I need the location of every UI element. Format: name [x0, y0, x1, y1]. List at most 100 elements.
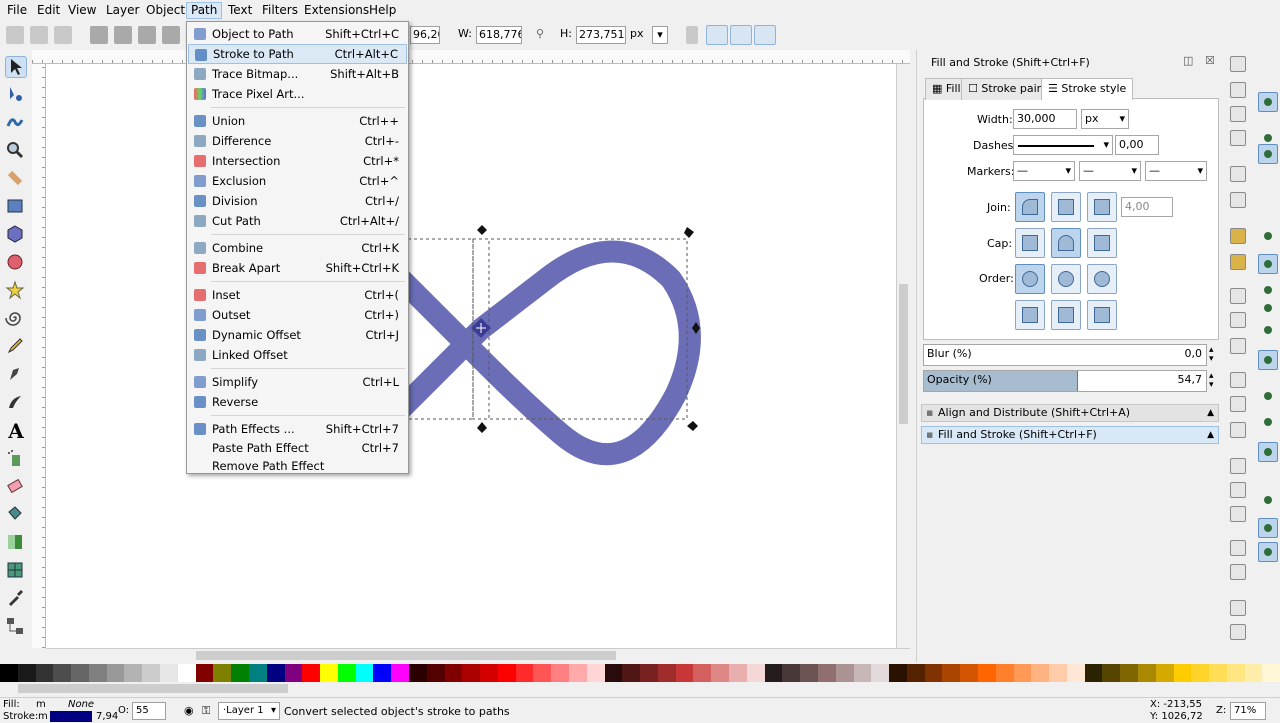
snap-cusp-icon[interactable]	[1258, 320, 1278, 340]
stroke-width-value[interactable]: 7,94	[96, 711, 118, 722]
color-swatch[interactable]	[480, 664, 498, 682]
paint-bucket-tool[interactable]	[5, 504, 27, 526]
menu-item-break-apart[interactable]: Break Apart Shift+Ctrl+K	[188, 258, 407, 278]
menu-item-stroke-to-path[interactable]: Stroke to Path Ctrl+Alt+C	[188, 44, 407, 64]
snap-guide-icon[interactable]	[1258, 542, 1278, 562]
snap-midpoint-icon[interactable]	[1258, 386, 1278, 406]
node-tool[interactable]	[5, 84, 27, 106]
menu-layer[interactable]: Layer	[102, 2, 143, 19]
menu-item-simplify[interactable]: Simplify Ctrl+L	[188, 372, 407, 392]
h-field[interactable]: 273,751	[576, 26, 626, 44]
dash-offset-input[interactable]: 0,00	[1115, 135, 1159, 155]
menu-item-reverse[interactable]: Reverse	[188, 392, 407, 412]
color-swatch[interactable]	[569, 664, 587, 682]
tab-stroke-style[interactable]: ☰ Stroke style	[1041, 78, 1134, 100]
gradient-tool[interactable]	[5, 532, 27, 554]
color-swatch[interactable]	[604, 664, 623, 682]
undo-icon[interactable]	[1230, 228, 1246, 244]
menu-item-inset[interactable]: Inset Ctrl+(	[188, 285, 407, 305]
color-swatch[interactable]	[995, 664, 1014, 682]
palette-scroll-thumb[interactable]	[18, 684, 288, 693]
new-document-icon[interactable]	[1230, 56, 1246, 72]
dialog-iconify-icon[interactable]: ◫	[1183, 54, 1193, 67]
blur-slider[interactable]: Blur (%) 0,0	[923, 344, 1207, 366]
fill-value[interactable]: None	[68, 699, 94, 710]
zoom-selection-icon[interactable]	[1230, 372, 1246, 388]
color-swatch[interactable]	[1066, 664, 1085, 682]
color-swatch[interactable]	[248, 664, 267, 682]
color-swatch[interactable]	[1191, 664, 1210, 682]
color-swatch[interactable]	[0, 664, 18, 682]
horizontal-scrollbar[interactable]	[46, 648, 910, 662]
align-distribute-dock-tab[interactable]: ▪ Align and Distribute (Shift+Ctrl+A) ▲	[921, 404, 1219, 422]
horizontal-ruler[interactable]	[32, 50, 910, 64]
lock-icon[interactable]: ⚲	[536, 27, 544, 40]
ungroup-icon[interactable]	[1230, 564, 1246, 580]
color-swatch[interactable]	[1155, 664, 1174, 682]
color-swatch[interactable]	[729, 664, 747, 682]
menu-text[interactable]: Text	[224, 2, 256, 19]
color-swatch[interactable]	[693, 664, 712, 682]
dashes-select[interactable]: ▾	[1013, 135, 1113, 155]
color-swatch[interactable]	[675, 664, 694, 682]
menu-view[interactable]: View	[64, 2, 100, 19]
color-swatch[interactable]	[462, 664, 481, 682]
unit-dropdown[interactable]: ▾	[652, 26, 668, 44]
measure-tool[interactable]	[5, 168, 27, 190]
color-swatch[interactable]	[782, 664, 801, 682]
clone-icon[interactable]	[1230, 482, 1246, 498]
menu-item-paste-path-effect[interactable]: Paste Path Effect Ctrl+7	[188, 438, 407, 458]
menu-item-trace-pixel-art[interactable]: Trace Pixel Art...	[188, 84, 407, 104]
color-swatch[interactable]	[213, 664, 232, 682]
color-swatch[interactable]	[515, 664, 534, 682]
vertical-scroll-thumb[interactable]	[899, 284, 908, 424]
snap-center-icon[interactable]	[1258, 412, 1278, 432]
color-swatch[interactable]	[1084, 664, 1103, 682]
color-swatch[interactable]	[302, 664, 321, 682]
snap-bbox-edge-icon[interactable]	[1258, 144, 1278, 164]
lock-icon[interactable]: ⚿	[202, 704, 210, 718]
width-input[interactable]: 30,000	[1013, 109, 1077, 129]
color-swatch[interactable]	[853, 664, 872, 682]
scale-stroke-icon[interactable]	[686, 26, 698, 44]
snap-page-icon[interactable]	[1258, 490, 1278, 510]
copy-icon[interactable]	[1230, 288, 1246, 304]
menu-help[interactable]: Help	[365, 2, 400, 19]
opacity-stepper[interactable]: ▴ ▾	[1209, 372, 1214, 390]
menu-item-cut-path[interactable]: Cut Path Ctrl+Alt+/	[188, 211, 407, 231]
color-swatch[interactable]	[906, 664, 925, 682]
color-swatch[interactable]	[231, 664, 249, 682]
selector-tool[interactable]	[5, 56, 27, 78]
color-swatch[interactable]	[640, 664, 658, 682]
text-tool[interactable]: A	[5, 420, 27, 442]
menu-item-difference[interactable]: Difference Ctrl+-	[188, 131, 407, 151]
color-swatch[interactable]	[1209, 664, 1227, 682]
menu-file[interactable]: File	[3, 2, 31, 19]
horizontal-scroll-thumb[interactable]	[196, 651, 616, 660]
color-swatch[interactable]	[426, 664, 445, 682]
snap-grid-icon[interactable]	[1258, 518, 1278, 538]
snap-path-icon[interactable]	[1258, 280, 1278, 300]
color-swatch[interactable]	[53, 664, 72, 682]
select-all-layers-icon[interactable]	[30, 26, 48, 44]
vertical-ruler[interactable]	[32, 64, 46, 648]
rectangle-tool[interactable]	[5, 196, 27, 218]
menu-path[interactable]: Path	[186, 2, 223, 19]
color-swatch[interactable]	[711, 664, 730, 682]
menu-item-dynamic-offset[interactable]: Dynamic Offset Ctrl+J	[188, 325, 407, 345]
color-swatch[interactable]	[889, 664, 907, 682]
menu-item-path-effects[interactable]: Path Effects ... Shift+Ctrl+7	[188, 419, 407, 439]
select-all-icon[interactable]	[6, 26, 24, 44]
width-unit-select[interactable]: px ▾	[1081, 109, 1129, 129]
blur-stepper[interactable]: ▴ ▾	[1209, 346, 1214, 364]
color-swatch[interactable]	[1138, 664, 1156, 682]
color-swatch[interactable]	[1226, 664, 1245, 682]
rotate-ccw-icon[interactable]	[90, 26, 108, 44]
opacity-spin[interactable]: 55	[132, 702, 166, 720]
color-swatch[interactable]	[195, 664, 214, 682]
color-swatch[interactable]	[88, 664, 107, 682]
color-swatch[interactable]	[1013, 664, 1032, 682]
snap-nodes-icon[interactable]	[1258, 254, 1278, 274]
pen-tool[interactable]	[5, 364, 27, 386]
color-swatch[interactable]	[586, 664, 605, 682]
